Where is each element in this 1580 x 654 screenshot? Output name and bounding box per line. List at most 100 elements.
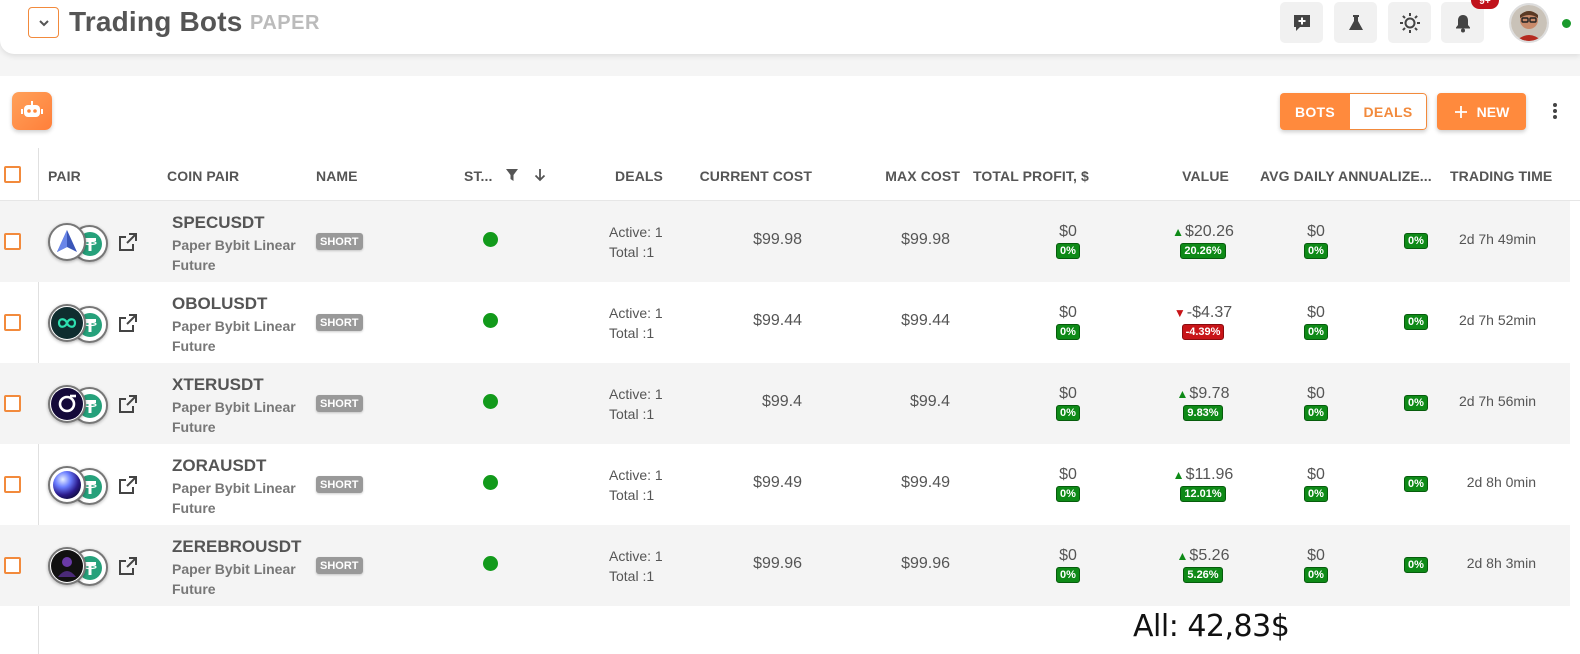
annualized-percent: 0% [1404, 233, 1428, 249]
table-row[interactable]: OBOLUSDT Paper Bybit Linear Future SHORT… [0, 282, 1570, 363]
exchange-name: Paper Bybit Linear Future [172, 399, 296, 435]
total-profit-value: $0 [1059, 547, 1077, 564]
bots-card: BOTS DEALS NEW PAIR COIN PAIR NAME ST...… [0, 76, 1580, 654]
bell-icon [1455, 14, 1470, 32]
avg-daily-cell: $0 0% [1295, 547, 1337, 583]
deals-cell: Active: 1 Total :1 [609, 303, 663, 343]
open-external-icon[interactable] [118, 313, 138, 333]
col-name[interactable]: NAME [316, 168, 358, 184]
deals-cell: Active: 1 Total :1 [609, 222, 663, 262]
avg-daily-value: $0 [1307, 304, 1325, 321]
view-toggle: BOTS DEALS [1280, 93, 1427, 130]
theme-toggle-button[interactable] [1388, 2, 1431, 43]
col-deals[interactable]: DEALS [615, 168, 663, 184]
avg-daily-value: $0 [1307, 385, 1325, 402]
zerebro-coin-icon [51, 550, 83, 582]
new-bot-button[interactable]: NEW [1437, 93, 1526, 130]
table-row[interactable]: ZEREBROUSDT Paper Bybit Linear Future SH… [0, 525, 1570, 606]
col-total-profit[interactable]: TOTAL PROFIT, $ [973, 168, 1089, 184]
total-profit-percent: 0% [1056, 405, 1080, 421]
status-indicator [483, 475, 498, 490]
col-trading-time[interactable]: TRADING TIME [1450, 168, 1552, 184]
new-bot-label: NEW [1476, 103, 1510, 120]
row-checkbox[interactable] [4, 557, 21, 574]
col-annualized[interactable]: ANNUALIZE... [1338, 168, 1432, 184]
total-profit-cell: $0 0% [1047, 385, 1089, 421]
lab-button[interactable] [1334, 2, 1377, 43]
total-profit-value: $0 [1059, 304, 1077, 321]
open-external-icon[interactable] [118, 232, 138, 252]
exchange-name: Paper Bybit Linear Future [172, 318, 296, 354]
total-profit-percent: 0% [1056, 486, 1080, 502]
avg-daily-value: $0 [1307, 547, 1325, 564]
table-row[interactable]: ZORAUSDT Paper Bybit Linear Future SHORT… [0, 444, 1570, 525]
max-cost: $99.4 [909, 393, 950, 410]
status-indicator [483, 556, 498, 571]
short-badge: SHORT [316, 233, 363, 250]
base-coin-logo [48, 304, 86, 342]
avg-daily-value: $0 [1307, 223, 1325, 240]
add-note-button[interactable] [1280, 2, 1323, 43]
spec-coin-icon [57, 230, 77, 252]
max-cost: $99.96 [901, 555, 950, 572]
open-external-icon[interactable] [118, 475, 138, 495]
obol-coin-icon [51, 307, 83, 339]
trading-time: 2d 7h 56min [1458, 393, 1536, 409]
base-coin-logo [48, 223, 86, 261]
trading-time: 2d 8h 3min [1466, 555, 1536, 571]
annualized-percent: 0% [1404, 557, 1428, 573]
col-coin-pair[interactable]: COIN PAIR [167, 168, 239, 184]
more-options-button[interactable] [1546, 98, 1564, 124]
triangle-up-icon: ▲ [1172, 225, 1184, 239]
table-row[interactable]: SPECUSDT Paper Bybit Linear Future SHORT… [0, 201, 1570, 282]
open-external-icon[interactable] [118, 556, 138, 576]
tab-bots[interactable]: BOTS [1280, 93, 1350, 130]
total-profit-value: $0 [1059, 385, 1077, 402]
base-coin-logo [48, 466, 86, 504]
col-avg-daily[interactable]: AVG DAILY [1260, 168, 1335, 184]
deals-cell: Active: 1 Total :1 [609, 546, 663, 586]
triangle-up-icon: ▲ [1172, 468, 1185, 482]
deals-active: Active: 1 [609, 224, 663, 240]
col-value[interactable]: VALUE [1182, 168, 1229, 184]
current-cost: $99.96 [753, 555, 802, 572]
row-checkbox[interactable] [4, 395, 21, 412]
chevron-down-icon [38, 19, 49, 26]
table-row[interactable]: XTERUSDT Paper Bybit Linear Future SHORT… [0, 363, 1570, 444]
max-cost: $99.44 [901, 312, 950, 329]
open-external-icon[interactable] [118, 394, 138, 414]
value-cell: ▼-$4.37 -4.39% [1160, 304, 1246, 340]
select-all-checkbox[interactable] [4, 166, 21, 183]
total-profit-percent: 0% [1056, 243, 1080, 259]
deals-total: Total :1 [609, 244, 655, 260]
deals-total: Total :1 [609, 406, 655, 422]
coin-pair-symbol: OBOLUSDT [172, 294, 268, 313]
value-cell: ▲$9.78 9.83% [1160, 385, 1246, 421]
value-amount: $11.96 [1185, 466, 1234, 483]
avatar[interactable] [1509, 3, 1549, 43]
value-percent: -4.39% [1181, 324, 1225, 340]
col-current-cost[interactable]: CURRENT COST [700, 168, 812, 184]
tab-deals[interactable]: DEALS [1350, 93, 1427, 130]
total-profit-cell: $0 0% [1047, 466, 1089, 502]
total-profit-value: $0 [1059, 223, 1077, 240]
annualized-percent: 0% [1404, 395, 1428, 411]
col-pair[interactable]: PAIR [48, 168, 81, 184]
col-status[interactable]: ST... [464, 168, 493, 184]
value-percent: 12.01% [1180, 486, 1226, 502]
avg-daily-percent: 0% [1304, 567, 1328, 583]
notification-badge: 9+ [1471, 0, 1499, 9]
menu-toggle-button[interactable] [28, 7, 59, 38]
row-checkbox[interactable] [4, 476, 21, 493]
filter-icon[interactable] [505, 168, 519, 182]
row-checkbox[interactable] [4, 233, 21, 250]
col-max-cost[interactable]: MAX COST [885, 168, 960, 184]
total-profit-cell: $0 0% [1047, 547, 1089, 583]
bot-menu-button[interactable] [12, 92, 52, 130]
row-checkbox[interactable] [4, 314, 21, 331]
sort-down-icon[interactable] [533, 168, 547, 182]
short-badge: SHORT [316, 314, 363, 331]
total-value-label: All: 42,83$ [1133, 609, 1290, 644]
short-badge: SHORT [316, 557, 363, 574]
total-profit-cell: $0 0% [1047, 223, 1089, 259]
